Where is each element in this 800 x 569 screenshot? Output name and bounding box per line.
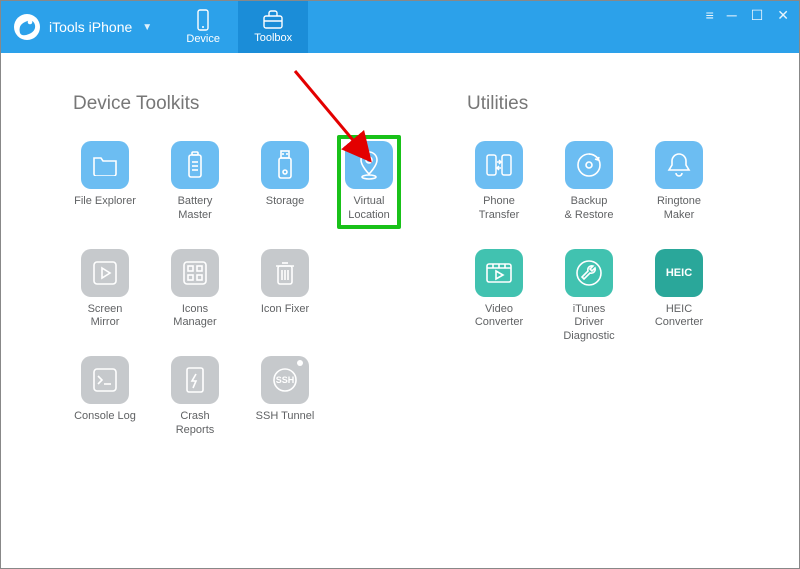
battery-icon [171, 141, 219, 189]
tool-label: Console Log [74, 410, 136, 424]
tool-label: Virtual Location [343, 195, 395, 223]
tool-label: Icons Manager [163, 303, 227, 331]
location-pin-icon [345, 141, 393, 189]
tool-label: iTunes Driver Diagnostic [557, 303, 621, 344]
wrench-icon [565, 249, 613, 297]
app-header: iTools iPhone ▼ Device Toolbox ≡ ─ ☐ ✕ [1, 1, 799, 53]
tool-label: Video Converter [475, 303, 523, 331]
usb-icon [261, 141, 309, 189]
file-explorer-icon [81, 141, 129, 189]
tool-storage[interactable]: Storage [253, 141, 317, 223]
tool-label: Icon Fixer [261, 303, 309, 317]
brand-logo-icon [13, 13, 41, 41]
tool-console-log[interactable]: Console Log [73, 356, 137, 438]
device-toolkits-grid: File Explorer Battery Master [73, 141, 413, 438]
utilities-section: Utilities Phone Transfer [467, 93, 727, 438]
tool-video-converter[interactable]: Video Converter [467, 249, 531, 344]
minimize-button[interactable]: ─ [727, 7, 737, 24]
window-controls: ≡ ─ ☐ ✕ [706, 7, 789, 24]
spacer [343, 249, 407, 331]
toolbox-icon [262, 10, 284, 30]
tool-label: HEIC Converter [647, 303, 711, 331]
main-content: Device Toolkits File Explorer [1, 53, 799, 438]
tab-device[interactable]: Device [168, 1, 238, 53]
backup-restore-icon [565, 141, 613, 189]
console-icon [81, 356, 129, 404]
play-icon [81, 249, 129, 297]
tool-label: Battery Master [163, 195, 227, 223]
utilities-title: Utilities [467, 93, 727, 115]
lightning-doc-icon [171, 356, 219, 404]
bell-icon [655, 141, 703, 189]
tool-heic-converter[interactable]: HEIC HEIC Converter [647, 249, 711, 344]
device-icon [193, 9, 213, 31]
heic-icon: HEIC [655, 249, 703, 297]
tool-ssh-tunnel[interactable]: SSH SSH Tunnel [253, 356, 317, 438]
close-button[interactable]: ✕ [777, 7, 789, 24]
tool-label: Storage [266, 195, 305, 209]
ssh-icon: SSH [261, 356, 309, 404]
tool-label: Screen Mirror [73, 303, 137, 331]
tool-crash-reports[interactable]: Crash Reports [163, 356, 227, 438]
device-toolkits-section: Device Toolkits File Explorer [73, 93, 413, 438]
hamburger-icon[interactable]: ≡ [706, 7, 713, 24]
device-toolkits-title: Device Toolkits [73, 93, 413, 115]
tab-toolbox-label: Toolbox [254, 32, 292, 44]
dropdown-caret-icon: ▼ [142, 22, 152, 33]
utilities-grid: Phone Transfer Backup & Restore [467, 141, 727, 344]
tool-backup-restore[interactable]: Backup & Restore [557, 141, 621, 223]
tool-label: SSH Tunnel [256, 410, 315, 424]
tool-label: File Explorer [74, 195, 136, 209]
grid-icon [171, 249, 219, 297]
video-icon [475, 249, 523, 297]
tab-toolbox[interactable]: Toolbox [238, 1, 308, 53]
phone-transfer-icon [475, 141, 523, 189]
trash-icon [261, 249, 309, 297]
tool-label: Backup & Restore [565, 195, 614, 223]
tool-icon-fixer[interactable]: Icon Fixer [253, 249, 317, 331]
tool-icons-manager[interactable]: Icons Manager [163, 249, 227, 331]
brand-title: iTools iPhone [49, 19, 132, 35]
tool-battery-master[interactable]: Battery Master [163, 141, 227, 223]
tab-device-label: Device [186, 33, 220, 45]
maximize-button[interactable]: ☐ [751, 7, 764, 24]
tool-itunes-diagnostic[interactable]: iTunes Driver Diagnostic [557, 249, 621, 344]
tool-label: Phone Transfer [467, 195, 531, 223]
tool-virtual-location[interactable]: Virtual Location [337, 135, 401, 229]
tool-ringtone-maker[interactable]: Ringtone Maker [647, 141, 711, 223]
tool-phone-transfer[interactable]: Phone Transfer [467, 141, 531, 223]
tool-label: Crash Reports [163, 410, 227, 438]
tool-file-explorer[interactable]: File Explorer [73, 141, 137, 223]
tool-screen-mirror[interactable]: Screen Mirror [73, 249, 137, 331]
tool-label: Ringtone Maker [647, 195, 711, 223]
brand-menu[interactable]: iTools iPhone ▼ [1, 1, 168, 53]
